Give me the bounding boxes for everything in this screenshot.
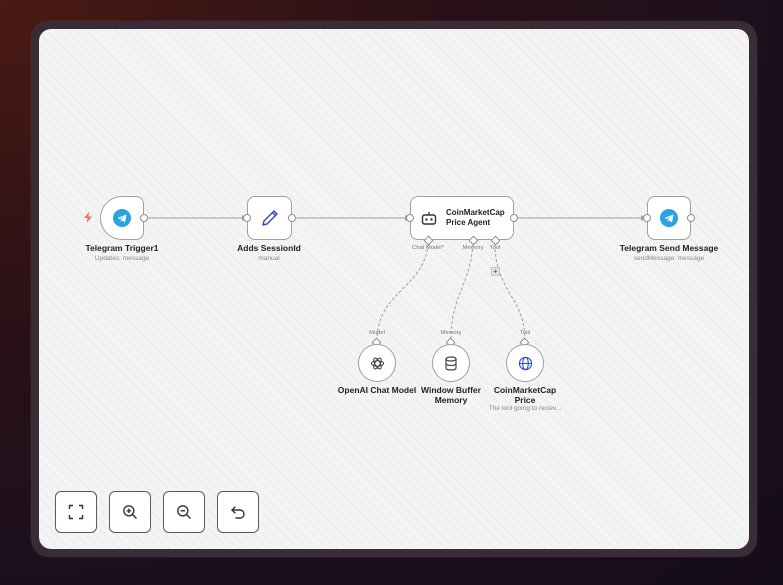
input-handle[interactable] (643, 214, 651, 222)
node-subtitle: manual (258, 255, 280, 262)
tool-port-label: Tool (519, 330, 531, 336)
undo-icon (231, 506, 245, 519)
adds-session-node[interactable] (247, 196, 292, 240)
agent-node[interactable]: CoinMarketCap Price Agent (410, 196, 514, 240)
openai-chat-model-node[interactable] (358, 344, 396, 382)
globe-icon (518, 356, 532, 370)
reset-zoom-button[interactable] (217, 491, 259, 533)
connection-model (376, 243, 429, 342)
telegram-send-node[interactable] (647, 196, 691, 240)
node-subtitle: Updates: message (94, 255, 150, 262)
telegram-trigger-node[interactable] (100, 196, 144, 240)
memory-port-label: Memory (440, 330, 462, 336)
output-handle[interactable] (140, 214, 148, 222)
input-handle[interactable] (406, 214, 414, 222)
telegram-icon (113, 209, 131, 227)
fullscreen-icon (68, 504, 84, 520)
workflow-canvas[interactable]: Telegram Trigger1 Updates: message Adds … (39, 29, 749, 549)
agent-title-line2: Price Agent (446, 218, 491, 227)
connection-tool (494, 243, 526, 342)
telegram-icon (660, 209, 678, 227)
node-title: Telegram Send Message (619, 243, 719, 253)
pencil-icon (261, 210, 278, 226)
agent-title-line1: CoinMarketCap (446, 208, 505, 217)
openai-icon (370, 357, 384, 369)
tool-port-label: Tool (489, 245, 501, 251)
model-port-label: Model (369, 330, 385, 336)
connection-memory (450, 243, 474, 342)
node-title-line2: Price (514, 395, 536, 405)
window-buffer-memory-node[interactable] (432, 344, 470, 382)
zoom-in-icon (123, 505, 137, 519)
output-handle[interactable] (510, 214, 518, 222)
node-title-line1: CoinMarketCap (493, 385, 557, 395)
connections-layer (148, 215, 646, 342)
node-title: Adds SessionId (237, 243, 301, 253)
coinmarketcap-price-node[interactable] (506, 344, 544, 382)
output-handle[interactable] (288, 214, 296, 222)
input-handle[interactable] (243, 214, 251, 222)
output-handle[interactable] (687, 214, 695, 222)
trigger-bolt-icon (84, 212, 92, 223)
robot-icon (421, 212, 437, 225)
zoom-out-button[interactable] (163, 491, 205, 533)
fit-view-button[interactable] (55, 491, 97, 533)
node-title: Telegram Trigger1 (85, 243, 159, 253)
node-subtitle: The tool going to reciev... (488, 405, 562, 412)
database-icon (445, 355, 457, 371)
zoom-out-icon (177, 505, 191, 519)
zoom-in-button[interactable] (109, 491, 151, 533)
add-tool-button[interactable]: + (491, 267, 500, 276)
chat-model-port-label: Chat Model* (412, 245, 444, 251)
node-subtitle: sendMessage: message (633, 255, 705, 262)
